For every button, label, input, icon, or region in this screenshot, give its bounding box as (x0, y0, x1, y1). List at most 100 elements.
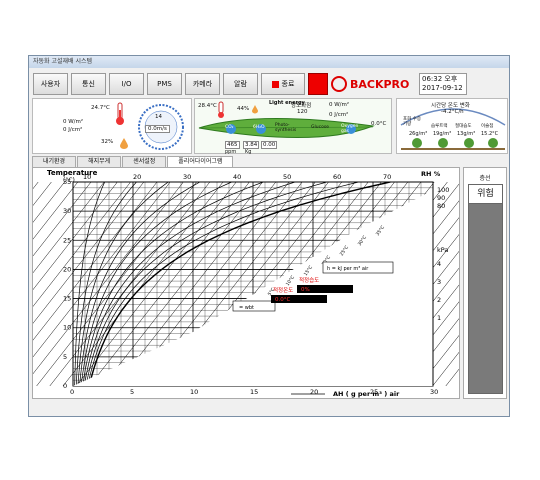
temp-tick: 35 (63, 178, 71, 186)
abs-hum-value: 13g/m³ (457, 131, 476, 137)
humidity-label: 적정습도 (299, 276, 319, 284)
ah-tick: 20 (310, 388, 318, 396)
droplet-icon (120, 138, 128, 149)
temp-change-title: 시간당 온도 변화 (431, 103, 470, 109)
seal-icon (331, 76, 347, 92)
logo-text: BACKPRO (350, 77, 410, 91)
alarm-button[interactable]: 알람 (223, 73, 258, 95)
hum-track-value: 19g/m³ (433, 131, 452, 137)
ah-tick: 25 (370, 388, 378, 396)
rh-tick: 90 (437, 194, 445, 202)
photo-sat-value: 120 (297, 109, 308, 115)
oxygen-leaf-label: Oxygen gas (341, 124, 359, 134)
enthalpy-box-label: h = kJ per m³ air (327, 266, 369, 272)
side-panel: 층선 위험 (463, 167, 507, 399)
exit-button[interactable]: 종료 (261, 73, 305, 95)
danger-status: 위험 (469, 185, 502, 204)
x-axis-title: AH ( g per m³ ) air (333, 390, 400, 398)
comm-button[interactable]: 통신 (71, 73, 106, 95)
chart-canvas: Temperature(°C)RH %kPaAH ( g per m³ ) ai… (0, 169, 540, 398)
tab-weight[interactable]: 해지무게 (77, 156, 122, 167)
top-tick: 50 (283, 173, 291, 181)
temp-tick: 20 (63, 265, 71, 273)
outside-temp: 24.7°C (91, 105, 110, 111)
inside-humidity: 44% (237, 106, 250, 112)
temp-tick: 15 (63, 295, 71, 303)
enthalpy-line (445, 265, 540, 387)
radiation-j: 0 J/cm² (63, 127, 83, 133)
glucose-leaf-label: Glucose (311, 125, 329, 130)
co2-unit: ppm (225, 149, 237, 155)
temp-tick: 0 (63, 382, 67, 390)
stop-icon (271, 80, 279, 88)
top-tick: 70 (383, 173, 391, 181)
weather-panel: 24.7°C 0 W/m² 0 J/cm² 32% 14 0.0m/s (32, 98, 192, 154)
wind-speed: 0.0m/s (145, 125, 170, 133)
clock: 06:32 오후 2017-09-12 (419, 73, 467, 95)
alarm-indicator (308, 73, 328, 95)
weight-unit: Kg (245, 149, 252, 155)
inside-radiation-w: 0 W/m² (329, 102, 350, 108)
photo-sat-label: 광포화점 (291, 103, 312, 109)
temperature-value: 0.0°C (275, 297, 290, 303)
dew-point-value: 15.2°C (481, 131, 499, 137)
ah-tick: 15 (250, 388, 258, 396)
window-title: 자동화 고설재배 시스템 (29, 56, 509, 68)
radiation-w: 0 W/m² (63, 119, 84, 125)
abs-hum-label: 절대습도 (455, 124, 472, 129)
wbt-box-label: = wbt (239, 305, 254, 311)
tab-psychrometric[interactable]: 폴리어다이어그램 (167, 156, 234, 167)
io-button[interactable]: I/O (109, 73, 144, 95)
water-temp: 0.0°C (371, 121, 387, 127)
user-button[interactable]: 사용자 (33, 73, 68, 95)
third-value: 0.00 (261, 141, 278, 149)
rh-tick: 100 (437, 186, 449, 194)
psychrometric-chart: Temperature (°C) RH % kPa AH ( g per m³ ) ai… (0, 167, 540, 399)
dew-point-label: 이슬점 (481, 124, 494, 129)
co2-leaf-label: CO₂ (225, 125, 234, 130)
clock-time: 06:32 오후 (422, 75, 458, 83)
weight-value: 3.84 (243, 141, 260, 149)
sat-vapor-value: 26g/m³ (409, 131, 428, 137)
temp-tick: 30 (63, 207, 71, 215)
rh-tick: 80 (437, 202, 445, 210)
pms-button[interactable]: PMS (147, 73, 182, 95)
compass-value: 14 (155, 114, 162, 120)
top-tick: 40 (233, 173, 241, 181)
water-leaf-label: 6H₂O (253, 125, 265, 130)
ah-tick: 0 (70, 388, 74, 396)
droplet-icon (252, 105, 258, 114)
brand-logo: BACKPRO (331, 73, 416, 95)
kpa-tick: 4 (437, 260, 441, 268)
sat-vapor-label: 포화 수증기량 (403, 117, 421, 127)
side-label: 층선 (479, 175, 491, 182)
danger-gauge: 위험 (468, 184, 503, 394)
temp-tick: 5 (63, 353, 67, 361)
tab-bar: 내기환경 해지무게 센서설정 폴리어다이어그램 (32, 156, 234, 167)
tab-inside-env[interactable]: 내기환경 (32, 156, 77, 167)
thermometer-icon (116, 102, 124, 125)
top-tick: 10 (83, 173, 91, 181)
temperature-label: 적정온도 (273, 287, 293, 294)
ah-tick: 5 (130, 388, 134, 396)
ah-tick: 30 (430, 388, 438, 396)
camera-button[interactable]: 카메라 (185, 73, 220, 95)
enthalpy-line (0, 181, 52, 248)
hum-track-label: 습루트랙 (431, 124, 448, 129)
photosynthesis-leaf-label: Photo-synthesis (275, 123, 297, 133)
toolbar: 사용자 통신 I/O PMS 카메라 알람 종료 BACKPRO 06:32 오… (33, 71, 507, 97)
app-window: 자동화 고설재배 시스템 사용자 통신 I/O PMS 카메라 알람 종료 BA… (0, 55, 540, 417)
temp-change-value: -4.2°C/h (441, 109, 464, 115)
clock-date: 2017-09-12 (422, 84, 463, 92)
exit-label: 종료 (281, 80, 295, 88)
humidity-value: 0% (301, 287, 310, 293)
status-panels: 24.7°C 0 W/m² 0 J/cm² 32% 14 0.0m/s 28.4… (32, 98, 508, 155)
tab-sensor-settings[interactable]: 센서설정 (122, 156, 167, 167)
kpa-tick: 3 (437, 278, 441, 286)
inside-temp: 28.4°C (198, 103, 217, 109)
kpa-tick: 2 (437, 296, 441, 304)
top-tick: 20 (133, 173, 141, 181)
enthalpy-line (0, 181, 65, 265)
temp-tick: 25 (63, 236, 71, 244)
rh-axis-title: RH % (421, 170, 441, 178)
